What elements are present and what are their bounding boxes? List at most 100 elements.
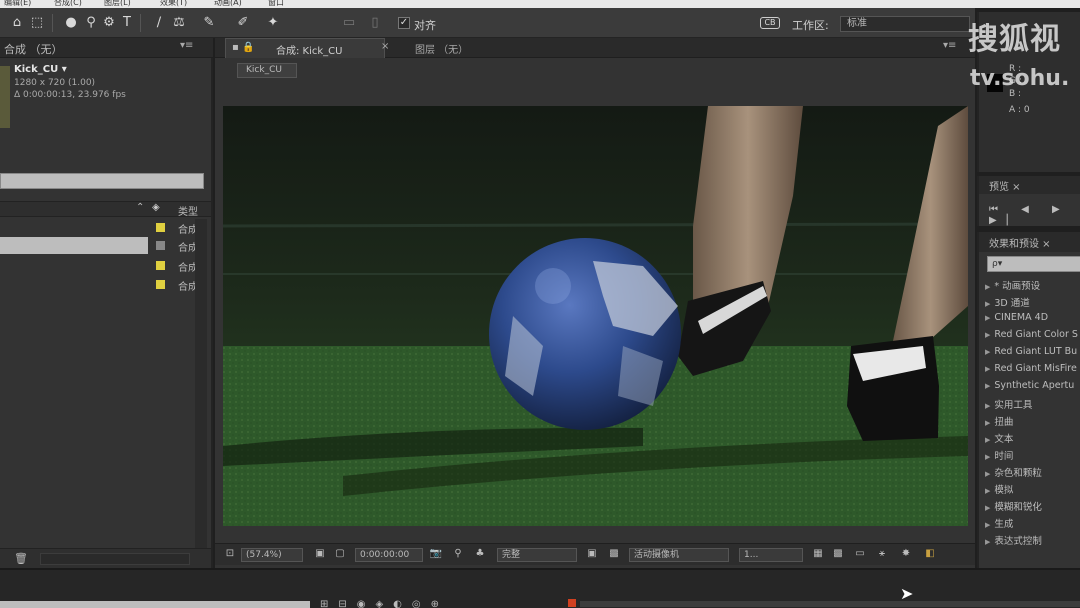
label-color-swatch[interactable] [156, 223, 165, 232]
exposure-icon[interactable]: ✸ [899, 548, 913, 562]
effects-category-item[interactable]: ▶ Red Giant LUT Bu [985, 346, 1077, 357]
text-tool-icon[interactable]: T [118, 14, 136, 32]
menu-item[interactable]: 编辑(E) [4, 0, 31, 8]
project-item-row[interactable]: 合成 [0, 276, 211, 294]
expand-triangle-icon[interactable]: ▶ [985, 300, 990, 308]
mask-visibility-icon[interactable]: ▢ [333, 548, 347, 562]
always-preview-icon[interactable]: ⊡ [223, 548, 237, 562]
sort-up-icon[interactable]: ⌃ [136, 202, 144, 213]
safe-margins-icon[interactable]: ▣ [313, 548, 327, 562]
expand-triangle-icon[interactable]: ▶ [985, 538, 990, 546]
timecode-display[interactable]: 0:00:00:00 [355, 548, 423, 562]
roto-tool-icon[interactable]: ✦ [264, 14, 282, 32]
expand-triangle-icon[interactable]: ▶ [985, 314, 990, 322]
fast-preview-icon[interactable]: ▩ [831, 548, 845, 562]
tab-layer[interactable]: 图层 （无） [415, 41, 468, 56]
effects-category-item[interactable]: ▶ 模拟 [985, 482, 1013, 496]
expand-triangle-icon[interactable]: ▶ [985, 283, 990, 291]
3d-renderer-icon[interactable]: ◧ [923, 548, 937, 562]
views-select[interactable]: 1... [739, 548, 803, 562]
close-icon[interactable]: × [381, 41, 389, 52]
expand-triangle-icon[interactable]: ▶ [985, 348, 990, 356]
zoom-tool-icon[interactable]: ⚙ [100, 14, 118, 32]
expand-triangle-icon[interactable]: ▶ [985, 453, 990, 461]
eraser-tool-icon[interactable]: ✐ [234, 14, 252, 32]
comp-flow-chip[interactable]: Kick_CU [237, 63, 297, 78]
label-color-swatch[interactable] [156, 280, 165, 289]
brush-tool-icon[interactable]: ✎ [200, 14, 218, 32]
timeline-icon[interactable]: ▭ [853, 548, 867, 562]
expand-triangle-icon[interactable]: ▶ [985, 521, 990, 529]
expand-triangle-icon[interactable]: ▶ [985, 402, 990, 410]
label-tag-icon[interactable]: ◈ [152, 202, 160, 213]
effects-category-item[interactable]: ▶ 实用工具 [985, 397, 1032, 411]
show-snapshot-icon[interactable]: ⚲ [451, 548, 465, 562]
expand-triangle-icon[interactable]: ▶ [985, 504, 990, 512]
zoom-select[interactable]: (57.4%) [241, 548, 303, 562]
menu-item[interactable]: 窗口 [268, 0, 284, 8]
panel-menu-icon[interactable]: ▾≡ [943, 40, 956, 51]
trash-icon[interactable]: 🗑 [14, 552, 28, 565]
puppet-tool-icon[interactable]: ⚖ [170, 14, 188, 32]
home-icon[interactable]: ⌂ [8, 14, 26, 32]
effects-category-item[interactable]: ▶ CINEMA 4D [985, 312, 1048, 323]
menu-item[interactable]: 图层(L) [104, 0, 131, 8]
project-scrollbar[interactable] [195, 219, 207, 564]
label-color-swatch[interactable] [156, 261, 165, 270]
effects-category-item[interactable]: ▶ 时间 [985, 448, 1013, 462]
axis-local-icon[interactable]: ▭ [340, 14, 358, 32]
menu-item[interactable]: 合成(C) [54, 0, 82, 8]
effects-category-item[interactable]: ▶ 文本 [985, 431, 1013, 445]
expand-triangle-icon[interactable]: ▶ [985, 487, 990, 495]
timeline-switches[interactable]: ⊞⊟◉◈◐◎⊕ [320, 599, 449, 608]
expand-triangle-icon[interactable]: ▶ [985, 331, 990, 339]
project-item-row[interactable]: 合成 [0, 219, 211, 237]
effects-search-input[interactable]: ρ▾ [987, 256, 1080, 272]
composition-viewer[interactable] [223, 106, 968, 526]
effects-category-item[interactable]: ▶ * 动画预设 [985, 278, 1040, 292]
camera-select[interactable]: 活动摄像机 [629, 548, 729, 562]
project-tab[interactable]: 合成 （无） ▾≡ [0, 38, 213, 58]
region-of-interest-icon[interactable]: ▣ [585, 548, 599, 562]
snap-checkbox[interactable]: ✓ [398, 17, 410, 29]
effects-category-item[interactable]: ▶ 模糊和锐化 [985, 499, 1042, 513]
workspace-select[interactable]: 标准 [840, 16, 970, 32]
pen-tool-icon[interactable]: ∕ [150, 14, 168, 32]
effects-category-item[interactable]: ▶ Synthetic Apertu [985, 380, 1074, 391]
tab-preview[interactable]: 预览 × [979, 176, 1080, 194]
effects-category-item[interactable]: ▶ Red Giant Color S [985, 329, 1078, 340]
time-ruler[interactable] [580, 601, 1080, 607]
expand-triangle-icon[interactable]: ▶ [985, 436, 990, 444]
expand-triangle-icon[interactable]: ▶ [985, 470, 990, 478]
menu-item[interactable]: 动画(A) [214, 0, 242, 8]
effects-category-item[interactable]: ▶ 3D 通道 [985, 295, 1030, 309]
lock-icon[interactable]: ▪ 🔒 [232, 42, 254, 53]
channel-icon[interactable]: ♣ [473, 548, 487, 562]
type-column-header[interactable]: 类型 [178, 203, 198, 218]
project-item-row[interactable]: 合成 [0, 257, 211, 275]
resolution-select[interactable]: 完整 [497, 548, 577, 562]
project-search-input[interactable] [0, 173, 204, 189]
label-color-swatch[interactable] [156, 241, 165, 250]
snapshot-icon[interactable]: 📷 [429, 548, 443, 562]
expand-triangle-icon[interactable]: ▶ [985, 419, 990, 427]
effects-category-item[interactable]: ▶ 表达式控制 [985, 533, 1042, 547]
project-hscrollbar[interactable] [40, 553, 190, 565]
tab-effects-presets[interactable]: 效果和预设 × [979, 232, 1080, 252]
pin-tool-icon[interactable]: ⚲ [82, 14, 100, 32]
expand-triangle-icon[interactable]: ▶ [985, 365, 990, 373]
menu-item[interactable]: 效果(T) [160, 0, 187, 8]
timeline-search-input[interactable] [0, 601, 310, 608]
panel-menu-icon[interactable]: ▾≡ [180, 40, 193, 51]
work-area-marker[interactable] [568, 599, 576, 607]
axis-world-icon[interactable]: ▯ [366, 14, 384, 32]
project-item-row[interactable]: 合成 [0, 237, 211, 255]
expand-triangle-icon[interactable]: ▶ [985, 382, 990, 390]
workspace-icon[interactable]: CB [760, 17, 780, 29]
flowchart-icon[interactable]: ⚹ [875, 548, 889, 562]
hand-tool-icon[interactable]: ● [62, 14, 80, 32]
selection-tool-icon[interactable]: ⬚ [28, 14, 46, 32]
comp-name[interactable]: Kick_CU ▾ [14, 64, 67, 75]
effects-category-item[interactable]: ▶ 生成 [985, 516, 1013, 530]
effects-category-item[interactable]: ▶ Red Giant MisFire [985, 363, 1077, 374]
